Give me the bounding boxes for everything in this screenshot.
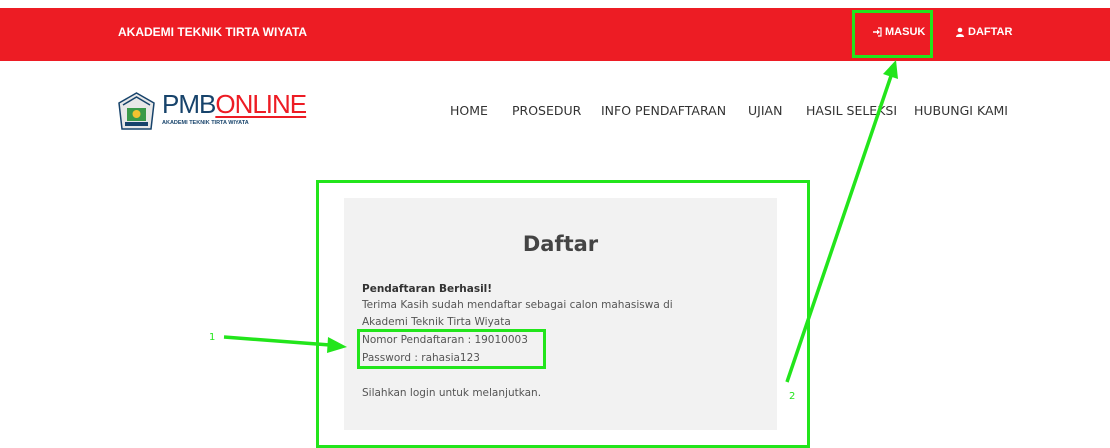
register-label: DAFTAR [968,26,1013,38]
nav-info-pendaftaran[interactable]: INFO PENDAFTARAN [601,103,726,118]
user-icon [956,27,964,37]
annotation-label-1: 1 [209,332,216,343]
nav-home[interactable]: HOME [450,103,488,118]
annotation-box-panel [316,180,810,448]
nav-hasil-seleksi[interactable]: HASIL SELEKSI [806,103,897,118]
nav-prosedur[interactable]: PROSEDUR [512,103,581,118]
nav-hubungi-kami[interactable]: HUBUNGI KAMI [914,103,1008,118]
logo-subtitle: AKADEMI TEKNIK TIRTA WIYATA [162,120,249,126]
nav-ujian[interactable]: UJIAN [748,103,782,118]
main-nav: HOME PROSEDUR INFO PENDAFTARAN UJIAN HAS… [0,103,1110,119]
top-brand-text: AKADEMI TEKNIK TIRTA WIYATA [118,25,308,39]
annotation-box-login [852,10,933,58]
annotation-label-2: 2 [789,391,796,402]
top-bar: AKADEMI TEKNIK TIRTA WIYATA MASUK DAFTAR [0,8,1110,61]
annotation-box-credentials [357,329,546,369]
register-link[interactable]: DAFTAR [955,26,1012,38]
